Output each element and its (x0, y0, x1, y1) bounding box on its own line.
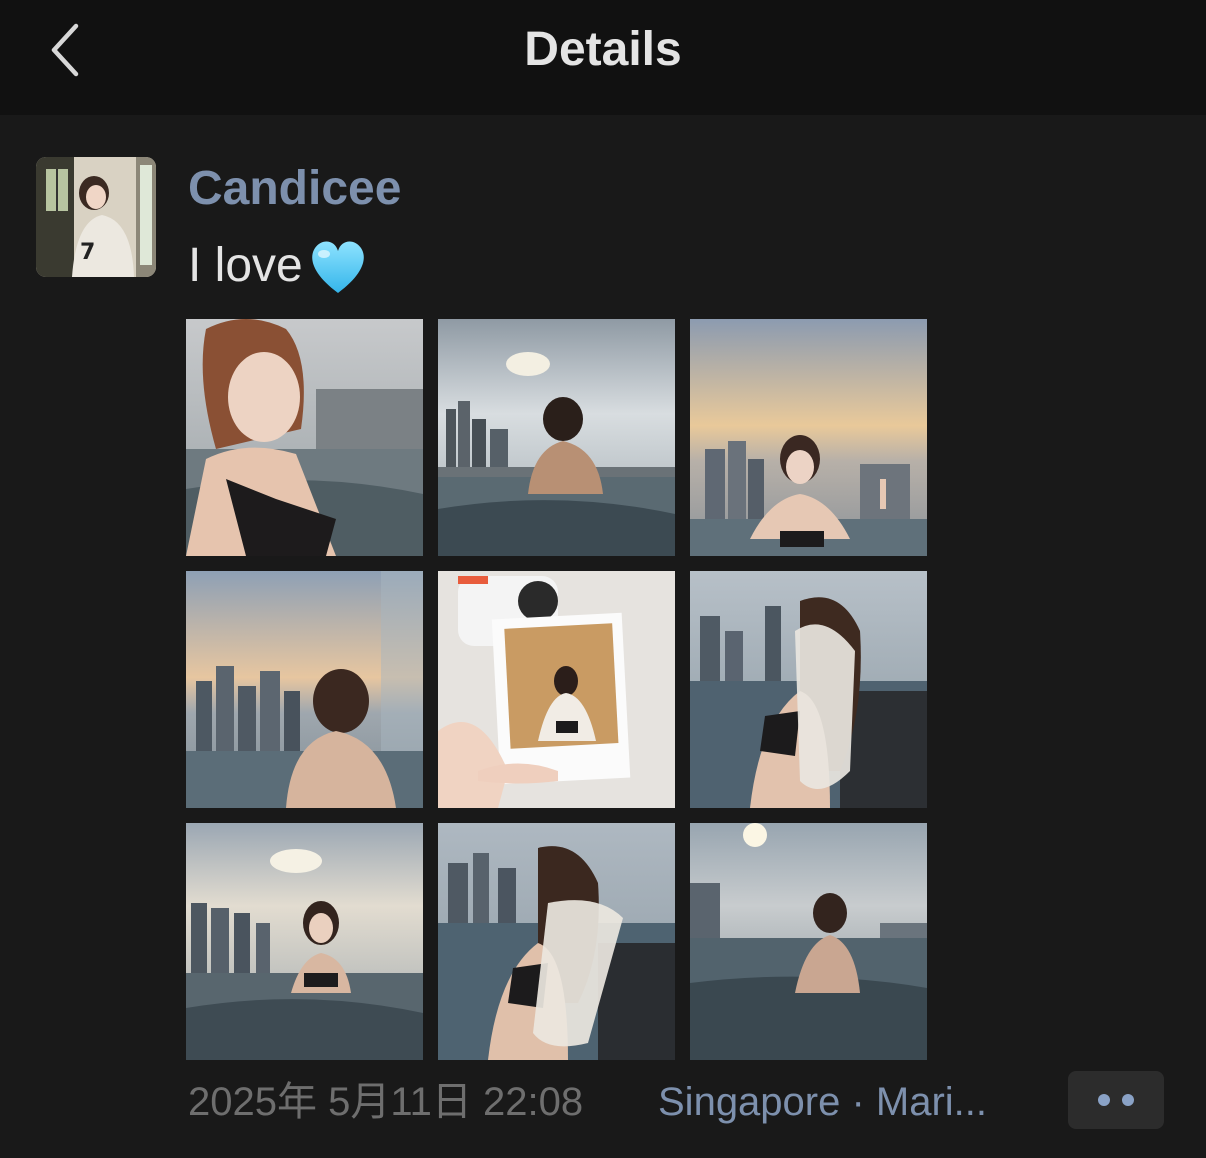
chevron-left-icon (51, 23, 79, 77)
svg-text:7: 7 (80, 240, 95, 265)
photo-4[interactable] (186, 571, 423, 808)
top-bar: Details (0, 0, 1206, 115)
post-text-content: I love (188, 239, 303, 292)
author-name[interactable]: Candicee (188, 160, 401, 218)
avatar[interactable]: 7 (36, 157, 156, 277)
more-dots-icon (1122, 1094, 1134, 1106)
photo-3[interactable] (690, 319, 927, 556)
post-timestamp: 2025年 5月11日 22:08 (188, 1080, 584, 1124)
photo-9[interactable] (690, 823, 927, 1060)
post-location[interactable]: Singapore · Mari... (658, 1076, 1028, 1128)
more-dots-icon (1098, 1094, 1110, 1106)
photo-6[interactable] (690, 571, 927, 808)
page-title: Details (524, 23, 682, 76)
photo-8[interactable] (438, 823, 675, 1060)
photo-2[interactable] (438, 319, 675, 556)
photo-grid (186, 319, 927, 1060)
more-button[interactable] (1068, 1071, 1164, 1129)
photo-5[interactable] (438, 571, 675, 808)
photo-1[interactable] (186, 319, 423, 556)
photo-7[interactable] (186, 823, 423, 1060)
light-blue-heart-icon (307, 237, 369, 295)
post-text: I love (188, 236, 369, 296)
back-button[interactable] (36, 20, 96, 80)
